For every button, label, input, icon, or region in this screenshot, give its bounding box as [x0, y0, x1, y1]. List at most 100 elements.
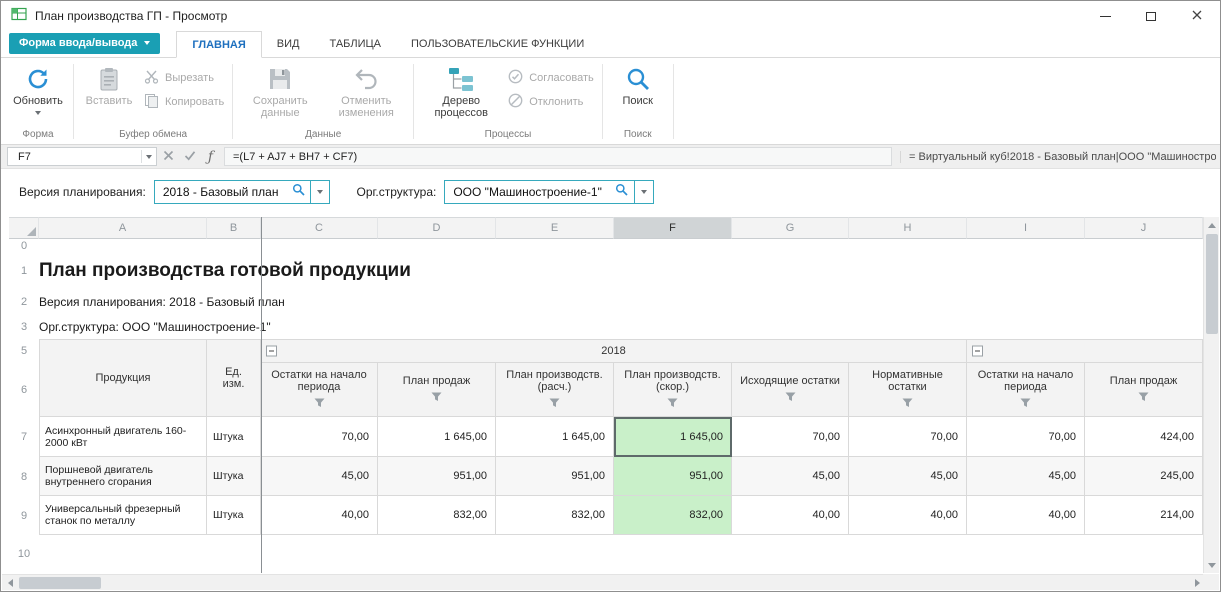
confirm-entry-button[interactable] — [180, 147, 199, 166]
row-header[interactable]: 10 — [9, 535, 39, 573]
table-cell[interactable]: 45,00 — [261, 457, 378, 496]
io-form-menu-button[interactable]: Форма ввода/вывода — [9, 33, 160, 54]
cut-button[interactable]: Вырезать — [144, 69, 224, 87]
lookup-dropdown-button[interactable] — [634, 181, 653, 203]
table-cell[interactable]: 40,00 — [849, 496, 967, 535]
process-tree-button[interactable]: Дерево процессов — [418, 61, 504, 127]
refresh-button[interactable]: Обновить — [7, 61, 69, 127]
reject-button[interactable]: Отклонить — [508, 93, 593, 111]
column-header-a[interactable]: A — [39, 217, 207, 239]
tab-user-functions[interactable]: ПОЛЬЗОВАТЕЛЬСКИЕ ФУНКЦИИ — [396, 31, 599, 57]
approve-button[interactable]: Согласовать — [508, 69, 593, 87]
tab-view[interactable]: ВИД — [262, 31, 315, 57]
table-header[interactable]: Исходящие остатки — [732, 363, 849, 417]
table-cell[interactable]: 245,00 — [1085, 457, 1203, 496]
row-header[interactable]: 7 — [9, 417, 39, 457]
cell-reference-box[interactable]: F7 — [7, 147, 157, 166]
column-header-g[interactable]: G — [732, 217, 849, 239]
table-cell[interactable]: 70,00 — [849, 417, 967, 457]
table-header-product[interactable]: Продукция — [39, 339, 207, 417]
table-cell[interactable]: 40,00 — [261, 496, 378, 535]
table-cell[interactable]: 214,00 — [1085, 496, 1203, 535]
filter-funnel-icon[interactable] — [785, 392, 796, 405]
table-cell[interactable]: 951,00 — [614, 457, 732, 496]
row-header[interactable]: 2 — [9, 289, 39, 315]
table-header[interactable]: План производств. (скор.) — [614, 363, 732, 417]
column-header-c[interactable]: C — [261, 217, 378, 239]
column-header-b[interactable]: B — [207, 217, 261, 239]
filter-funnel-icon[interactable] — [431, 392, 442, 405]
insert-function-button[interactable] — [201, 147, 220, 166]
org-lookup-input[interactable]: ООО "Машиностроение-1" — [445, 181, 609, 203]
table-cell[interactable]: 70,00 — [261, 417, 378, 457]
column-header-f-selected[interactable]: F — [614, 217, 732, 239]
table-cell[interactable]: 951,00 — [378, 457, 496, 496]
column-header-i[interactable]: I — [967, 217, 1085, 239]
unit-cell[interactable]: Штука — [207, 496, 261, 535]
table-cell[interactable]: 40,00 — [967, 496, 1085, 535]
version-lookup-input[interactable]: 2018 - Базовый план — [155, 181, 287, 203]
row-header[interactable]: 1 — [9, 253, 39, 289]
tab-table[interactable]: ТАБЛИЦА — [314, 31, 396, 57]
search-button[interactable]: Поиск — [607, 61, 669, 127]
collapse-button[interactable] — [972, 346, 983, 357]
scroll-down-button[interactable] — [1204, 557, 1220, 573]
table-cell[interactable]: 832,00 — [496, 496, 614, 535]
column-header-j[interactable]: J — [1085, 217, 1203, 239]
filter-funnel-icon[interactable] — [667, 398, 678, 411]
column-header-d[interactable]: D — [378, 217, 496, 239]
minimize-button[interactable] — [1082, 1, 1128, 31]
scroll-left-button[interactable] — [2, 575, 18, 591]
table-cell[interactable]: 45,00 — [732, 457, 849, 496]
cancel-entry-button[interactable] — [159, 147, 178, 166]
row-header[interactable]: 0 — [9, 239, 39, 253]
table-cell[interactable]: 832,00 — [614, 496, 732, 535]
formula-input[interactable]: =(L7 + AJ7 + BH7 + CF7) — [224, 147, 892, 166]
vertical-scroll-thumb[interactable] — [1206, 234, 1218, 334]
table-cell[interactable]: 832,00 — [378, 496, 496, 535]
select-all-corner[interactable] — [9, 217, 39, 239]
table-header[interactable]: План продаж — [1085, 363, 1203, 417]
collapse-button[interactable] — [266, 346, 277, 357]
filter-funnel-icon[interactable] — [902, 398, 913, 411]
filter-funnel-icon[interactable] — [314, 398, 325, 411]
lookup-dropdown-button[interactable] — [310, 181, 329, 203]
table-header[interactable]: Остатки на начало периода — [967, 363, 1085, 417]
unit-cell[interactable]: Штука — [207, 457, 261, 496]
column-header-h[interactable]: H — [849, 217, 967, 239]
table-cell[interactable]: 951,00 — [496, 457, 614, 496]
table-cell[interactable]: 424,00 — [1085, 417, 1203, 457]
filter-funnel-icon[interactable] — [1020, 398, 1031, 411]
horizontal-scroll-thumb[interactable] — [19, 577, 101, 589]
product-name-cell[interactable]: Универсальный фрезерный станок по металл… — [39, 496, 207, 535]
table-header[interactable]: Остатки на начало периода — [261, 363, 378, 417]
table-cell[interactable]: 70,00 — [967, 417, 1085, 457]
undo-changes-button[interactable]: Отменить изменения — [323, 61, 409, 127]
report-title[interactable]: План производства готовой продукции — [39, 253, 732, 289]
report-org-line[interactable]: Орг.структура: ООО "Машиностроение-1" — [39, 315, 614, 339]
table-cell[interactable]: 45,00 — [849, 457, 967, 496]
table-cell[interactable]: 70,00 — [732, 417, 849, 457]
product-name-cell[interactable]: Поршневой двигатель внутреннего сгорания — [39, 457, 207, 496]
table-cell[interactable]: 40,00 — [732, 496, 849, 535]
paste-button[interactable]: Вставить — [78, 61, 140, 127]
column-header-e[interactable]: E — [496, 217, 614, 239]
lookup-search-button[interactable] — [286, 181, 310, 203]
report-version-line[interactable]: Версия планирования: 2018 - Базовый план — [39, 289, 614, 315]
filter-funnel-icon[interactable] — [1138, 392, 1149, 405]
lookup-search-button[interactable] — [610, 181, 634, 203]
cell-f7-selected[interactable]: 1 645,00 — [614, 417, 732, 457]
row-header[interactable]: 8 — [9, 457, 39, 496]
filter-funnel-icon[interactable] — [549, 398, 560, 411]
tab-main[interactable]: ГЛАВНАЯ — [176, 31, 261, 58]
table-header[interactable]: Нормативные остатки — [849, 363, 967, 417]
unit-cell[interactable]: Штука — [207, 417, 261, 457]
scroll-up-button[interactable] — [1204, 217, 1220, 233]
save-data-button[interactable]: Сохранить данные — [237, 61, 323, 127]
row-header[interactable]: 3 — [9, 315, 39, 339]
row-header[interactable]: 6 — [9, 363, 39, 417]
copy-button[interactable]: Копировать — [144, 93, 224, 111]
table-cell[interactable]: 45,00 — [967, 457, 1085, 496]
row-header[interactable]: 5 — [9, 339, 39, 363]
close-button[interactable] — [1174, 1, 1220, 31]
